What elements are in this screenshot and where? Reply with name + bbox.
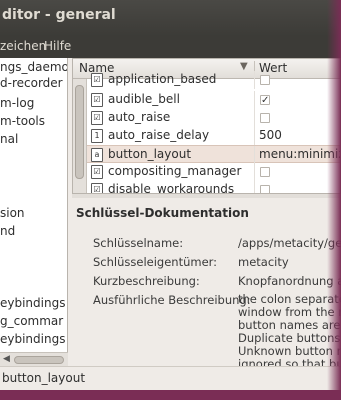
tree-item[interactable]: eybindings: [0, 330, 65, 348]
key-name: compositing_manager: [108, 164, 242, 178]
tree-item[interactable]: d-recorder: [0, 74, 63, 92]
key-row[interactable]: ☑ audible_bell ✓: [87, 91, 340, 109]
documentation-title: Schlüssel-Dokumentation: [76, 206, 249, 220]
tree-item[interactable]: g_commar: [0, 312, 63, 330]
column-separator: [254, 146, 255, 164]
list-vertical-scrollbar[interactable]: [73, 79, 87, 193]
scroll-left-icon[interactable]: ◀: [3, 354, 10, 364]
key-row-selected[interactable]: a button_layout menu:minimize: [87, 145, 340, 164]
tree-item[interactable]: sion: [0, 204, 25, 222]
value-checkbox[interactable]: [260, 75, 270, 85]
key-type-icon: ☑: [91, 73, 103, 87]
column-separator: [254, 71, 255, 89]
key-row[interactable]: ☑ disable_workarounds: [87, 181, 340, 194]
key-name-value: /apps/metacity/gene: [238, 236, 341, 250]
value-checkbox[interactable]: [260, 113, 270, 123]
key-list[interactable]: Name ▼ Wert ☑ application_based ☑ audibl…: [72, 58, 341, 194]
key-documentation-panel: Schlüssel-Dokumentation Schlüsselname: /…: [72, 198, 341, 366]
title-bar[interactable]: ditor - general: [0, 0, 341, 36]
value-checkbox-checked[interactable]: ✓: [260, 95, 270, 106]
key-value[interactable]: 500: [259, 128, 282, 142]
key-row[interactable]: 1 auto_raise_delay 500: [87, 127, 340, 145]
column-separator: [254, 127, 255, 145]
key-type-icon: ☑: [91, 93, 103, 107]
key-name: auto_raise: [108, 110, 171, 124]
menu-item-zeichen[interactable]: zeichen: [0, 39, 46, 53]
gconf-editor-window: ditor - general zeichen Hilfe ngs_daemo …: [0, 0, 341, 390]
short-description-label: Kurzbeschreibung:: [93, 274, 200, 288]
window-title: ditor - general: [2, 7, 116, 23]
desktop-background: [327, 0, 341, 400]
key-owner-label: Schlüsseleigentümer:: [93, 255, 218, 269]
short-description-value: Knopfanordnung au: [238, 274, 341, 288]
key-name-label: Schlüsselname:: [93, 236, 184, 250]
desktop-background-bottom: [0, 390, 341, 400]
key-name: button_layout: [108, 147, 192, 161]
tree-horizontal-scrollbar[interactable]: ◀: [0, 352, 68, 366]
tree-item[interactable]: nal: [0, 130, 18, 148]
key-row[interactable]: ☑ application_based: [87, 71, 340, 89]
key-name: disable_workarounds: [108, 182, 235, 194]
menu-bar: zeichen Hilfe: [0, 36, 341, 58]
long-description-line: ignored so that butt: [238, 357, 341, 367]
long-description-label: Ausführliche Beschreibung:: [93, 293, 251, 307]
key-type-icon: ☑: [91, 183, 103, 193]
tree-item[interactable]: nd: [0, 222, 15, 240]
tree-item[interactable]: m-tools: [0, 112, 45, 130]
status-bar: button_layout: [0, 366, 341, 390]
key-name: audible_bell: [108, 92, 180, 106]
status-text: button_layout: [2, 371, 86, 385]
tree-item[interactable]: eybindings: [0, 294, 65, 312]
scrollbar-thumb[interactable]: [75, 85, 84, 179]
value-checkbox[interactable]: [260, 185, 270, 193]
directory-tree[interactable]: ngs_daemo d-recorder m-log m-tools nal s…: [0, 58, 68, 366]
key-type-icon: ☑: [91, 111, 103, 125]
column-separator: [254, 91, 255, 109]
key-name: application_based: [108, 72, 217, 86]
key-owner-value: metacity: [238, 255, 289, 269]
key-type-icon: ☑: [91, 165, 103, 179]
column-separator: [254, 109, 255, 127]
key-type-icon: 1: [91, 129, 103, 143]
tree-item[interactable]: m-log: [0, 94, 34, 112]
scrollbar-thumb[interactable]: [14, 356, 64, 364]
key-row[interactable]: ☑ compositing_manager: [87, 163, 340, 181]
value-checkbox[interactable]: [260, 167, 270, 177]
key-row[interactable]: ☑ auto_raise: [87, 109, 340, 127]
column-separator: [254, 181, 255, 193]
menu-item-hilfe[interactable]: Hilfe: [44, 39, 71, 53]
key-name: auto_raise_delay: [108, 128, 210, 142]
key-type-icon: a: [91, 148, 103, 162]
column-separator: [254, 163, 255, 181]
